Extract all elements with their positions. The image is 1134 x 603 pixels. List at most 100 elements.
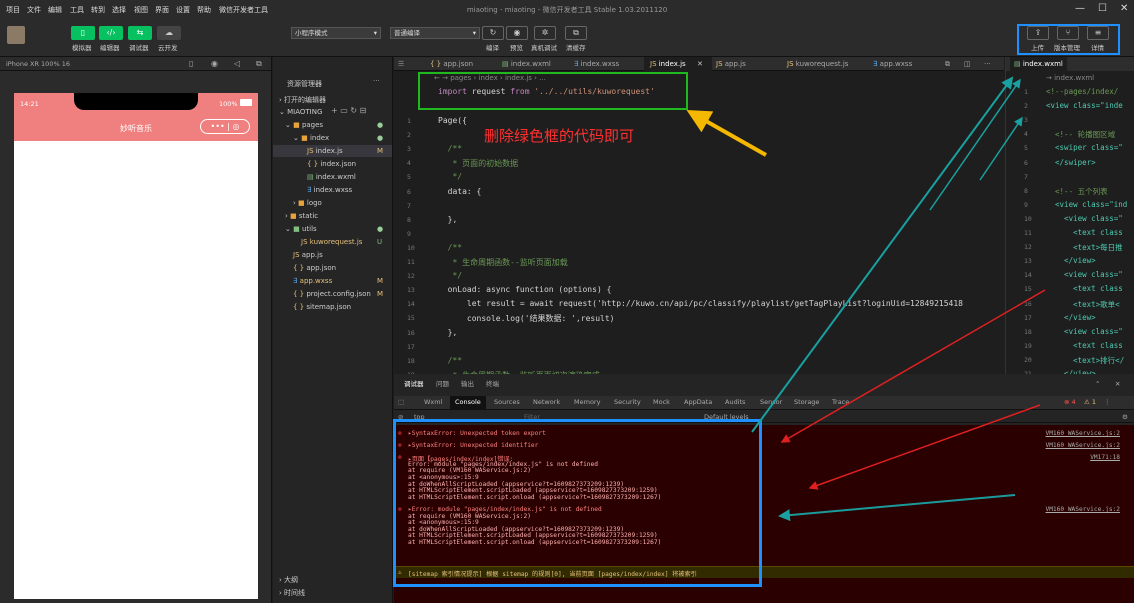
maximize-icon[interactable]: ☐ bbox=[1098, 3, 1107, 14]
tab-storage[interactable]: Storage bbox=[794, 396, 819, 409]
more-icon[interactable]: ··· bbox=[984, 57, 991, 71]
tab-output[interactable]: 输出 bbox=[461, 378, 474, 391]
toolbar: ▯ ‹/› ⇆ ☁ 模拟器 编辑器 调试器 云开发 小程序模式 ▾ 普通编译 ▾ ↻… bbox=[0, 20, 1134, 57]
tab-audits[interactable]: Audits bbox=[725, 396, 745, 409]
tab-debugger[interactable]: 调试器 bbox=[404, 378, 424, 391]
open-editors-section[interactable]: › 打开的编辑器 bbox=[279, 95, 326, 105]
simulator-button[interactable]: ▯ bbox=[71, 26, 95, 40]
tree-file-app-wxss[interactable]: ∃ app.wxss bbox=[293, 277, 332, 285]
split-editor-icon[interactable]: ⧉ bbox=[945, 57, 950, 71]
error-source-link[interactable]: VM160 WAService.js:2 bbox=[1045, 506, 1120, 513]
secondary-editor[interactable]: ▤ index.wxml → index.wxml <!--pages/inde… bbox=[1005, 57, 1134, 374]
line-number: 4 bbox=[1024, 130, 1028, 139]
tree-file-index-js[interactable]: JS index.js bbox=[307, 147, 343, 155]
tab-label: index.js bbox=[658, 60, 686, 68]
preview-button[interactable]: ◉ bbox=[506, 26, 528, 40]
tree-file-index-wxml[interactable]: ▤ index.wxml bbox=[307, 173, 356, 181]
clear-cache-button[interactable]: ⧉ bbox=[565, 26, 587, 40]
explorer-panel: 资源管理器 ··· › 打开的编辑器 ⌄ MIAOTING + ▭ ↻ ⊟ ⌄ … bbox=[273, 57, 393, 603]
tab-index-wxml[interactable]: ▤ index.wxml bbox=[502, 57, 551, 71]
error-source-link[interactable]: VM160 WAService.js:2 bbox=[1045, 442, 1120, 449]
popout-icon[interactable]: ⧉ bbox=[256, 59, 262, 69]
timeline-section[interactable]: › 时间线 bbox=[279, 588, 305, 598]
tab-kuworequest[interactable]: JS kuworequest.js bbox=[787, 57, 848, 71]
warning-count: 1 bbox=[1091, 398, 1097, 406]
real-debug-button[interactable]: ✲ bbox=[534, 26, 556, 40]
tab-sources[interactable]: Sources bbox=[494, 396, 520, 409]
tab-console[interactable]: Console bbox=[450, 396, 486, 409]
editor-button[interactable]: ‹/› bbox=[99, 26, 123, 40]
inspect-icon[interactable]: ⬚ bbox=[398, 396, 404, 409]
tree-file-kuworequest[interactable]: JS kuworequest.js bbox=[301, 238, 362, 246]
outline-section[interactable]: › 大纲 bbox=[279, 575, 298, 585]
tab-app-json[interactable]: { } app.json bbox=[430, 57, 473, 71]
compile-select[interactable]: 普通编译 ▾ bbox=[390, 27, 480, 39]
capsule-menu[interactable]: ••• | ◎ bbox=[200, 119, 250, 134]
tree-file-project-config[interactable]: { } project.config.json bbox=[293, 290, 371, 298]
tree-folder-index[interactable]: ⌄ ■ index bbox=[293, 134, 329, 142]
tab-appdata[interactable]: AppData bbox=[684, 396, 712, 409]
cloud-label: 云开发 bbox=[158, 44, 178, 52]
tab-trace[interactable]: Trace bbox=[832, 396, 849, 409]
minimize-icon[interactable]: — bbox=[1075, 3, 1085, 14]
explorer-actions[interactable]: + ▭ ↻ ⊟ bbox=[331, 106, 366, 115]
error-source-link[interactable]: VM160 WAService.js:2 bbox=[1045, 430, 1120, 437]
compile-button[interactable]: ↻ bbox=[482, 26, 504, 40]
tree-file-index-json[interactable]: { } index.json bbox=[307, 160, 356, 168]
code-editor[interactable]: ☰ { } app.json ▤ index.wxml ∃ index.wxss… bbox=[394, 57, 1004, 407]
tab-wxml[interactable]: Wxml bbox=[424, 396, 442, 409]
mode-select[interactable]: 小程序模式 ▾ bbox=[291, 27, 381, 39]
tree-file-index-wxss[interactable]: ∃ index.wxss bbox=[307, 186, 352, 194]
tree-file-app-json[interactable]: { } app.json bbox=[293, 264, 336, 272]
avatar[interactable] bbox=[7, 26, 25, 44]
tab-index-wxml-right[interactable]: ▤ index.wxml bbox=[1010, 57, 1067, 71]
close-panel-icon[interactable]: ✕ bbox=[1115, 378, 1120, 391]
tree-label: app.wxss bbox=[299, 277, 333, 285]
outline-label: 大纲 bbox=[284, 576, 299, 584]
tab-app-js[interactable]: JS app.js bbox=[716, 57, 746, 71]
gear-icon[interactable]: ⚙ bbox=[1122, 411, 1128, 423]
tree-file-app-js[interactable]: JS app.js bbox=[293, 251, 323, 259]
tabs-menu-icon[interactable]: ☰ bbox=[398, 57, 410, 71]
line-number: 9 bbox=[407, 229, 411, 238]
tab-problems[interactable]: 问题 bbox=[436, 378, 449, 391]
code-line: console.log('结果数据: ',result) bbox=[438, 314, 615, 324]
phone-icon[interactable]: ▯ bbox=[189, 59, 193, 68]
secondary-code-line: </view> bbox=[1046, 312, 1096, 322]
audio-icon[interactable]: ◁ bbox=[234, 59, 240, 68]
device-select[interactable]: iPhone XR 100% 16 bbox=[6, 60, 70, 68]
code-line: }, bbox=[438, 214, 458, 224]
tab-app-wxss[interactable]: ∃ app.wxss bbox=[873, 57, 912, 71]
tree-label: app.js bbox=[301, 251, 323, 259]
close-icon[interactable]: ✕ bbox=[1120, 3, 1128, 14]
more-icon[interactable]: ··· bbox=[373, 77, 380, 85]
project-section[interactable]: ⌄ MIAOTING bbox=[279, 108, 322, 116]
line-number: 20 bbox=[1024, 355, 1032, 364]
tree-folder-pages[interactable]: ⌄ ■ pages bbox=[285, 121, 323, 129]
tab-security[interactable]: Security bbox=[614, 396, 641, 409]
layout-icon[interactable]: ◫ bbox=[964, 57, 971, 71]
tree-folder-utils[interactable]: ⌄ ■ utils bbox=[285, 225, 317, 233]
more-icon[interactable]: ⋮ bbox=[1104, 396, 1111, 409]
collapse-icon[interactable]: ⌃ bbox=[1095, 378, 1100, 391]
phone-screen[interactable]: 14:21 100% 妙听音乐 ••• | ◎ bbox=[14, 93, 258, 599]
tab-network[interactable]: Network bbox=[533, 396, 560, 409]
tab-sensor[interactable]: Sensor bbox=[760, 396, 782, 409]
tab-mock[interactable]: Mock bbox=[653, 396, 670, 409]
record-icon[interactable]: ◉ bbox=[211, 59, 218, 68]
real-debug-label: 真机调试 bbox=[531, 44, 557, 52]
tree-folder-logo[interactable]: › ■ logo bbox=[293, 199, 322, 207]
preview-label: 预览 bbox=[510, 44, 523, 52]
tab-index-wxss[interactable]: ∃ index.wxss bbox=[574, 57, 619, 71]
debugger-button[interactable]: ⇆ bbox=[128, 26, 152, 40]
line-number: 7 bbox=[1024, 172, 1028, 181]
secondary-code-line: <text>歌单< bbox=[1046, 299, 1120, 309]
error-source-link[interactable]: VM171:18 bbox=[1090, 454, 1120, 461]
secondary-breadcrumb[interactable]: → index.wxml bbox=[1046, 74, 1094, 82]
tree-folder-static[interactable]: › ■ static bbox=[285, 212, 318, 220]
tab-memory[interactable]: Memory bbox=[574, 396, 600, 409]
cloud-button[interactable]: ☁ bbox=[157, 26, 181, 40]
tab-terminal[interactable]: 终端 bbox=[486, 378, 499, 391]
tab-close-icon[interactable]: ✕ bbox=[697, 57, 703, 71]
tree-file-sitemap[interactable]: { } sitemap.json bbox=[293, 303, 351, 311]
